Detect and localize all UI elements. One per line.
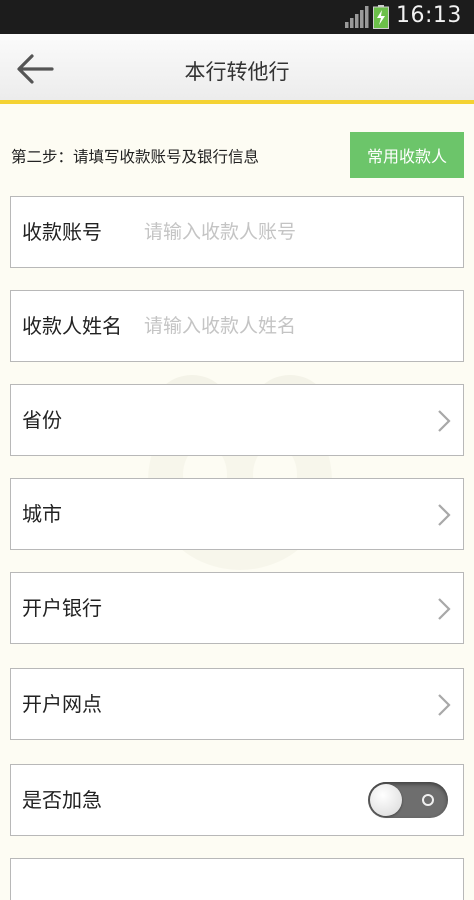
province-selector[interactable]: 省份 xyxy=(10,384,464,456)
payee-name-row: 收款人姓名 xyxy=(10,290,464,362)
payee-name-input[interactable] xyxy=(144,307,444,345)
city-label: 城市 xyxy=(22,502,62,526)
clock-time: 16:13 xyxy=(396,3,462,28)
branch-label: 开户网点 xyxy=(22,692,102,716)
chevron-right-icon xyxy=(438,504,451,526)
toggle-off-icon xyxy=(422,794,434,806)
chevron-right-icon xyxy=(438,598,451,620)
chevron-right-icon xyxy=(438,410,451,432)
transfer-page: 16:13 本行转他行 第二步：请填写收款账号及银行信息 常用收款人 收款账号 … xyxy=(0,0,474,900)
payee-name-label: 收款人姓名 xyxy=(22,314,122,338)
step-instruction: 第二步：请填写收款账号及银行信息 xyxy=(11,148,260,166)
city-selector[interactable]: 城市 xyxy=(10,478,464,550)
urgent-label: 是否加急 xyxy=(22,788,102,812)
province-label: 省份 xyxy=(22,408,62,432)
battery-charging-icon xyxy=(373,5,389,29)
urgent-row: 是否加急 xyxy=(10,764,464,836)
page-title: 本行转他行 xyxy=(184,60,290,84)
branch-selector[interactable]: 开户网点 xyxy=(10,668,464,740)
header-bar: 本行转他行 xyxy=(0,34,474,104)
status-bar: 16:13 xyxy=(0,0,474,34)
account-input[interactable] xyxy=(144,213,444,251)
common-payee-button[interactable]: 常用收款人 xyxy=(350,132,464,178)
account-row: 收款账号 xyxy=(10,196,464,268)
bank-label: 开户银行 xyxy=(22,596,102,620)
bank-selector[interactable]: 开户银行 xyxy=(10,572,464,644)
next-form-row[interactable] xyxy=(10,858,464,900)
signal-icon xyxy=(345,6,369,28)
account-label: 收款账号 xyxy=(22,220,102,244)
urgent-toggle[interactable] xyxy=(368,782,448,818)
chevron-right-icon xyxy=(438,694,451,716)
toggle-knob xyxy=(370,784,402,816)
